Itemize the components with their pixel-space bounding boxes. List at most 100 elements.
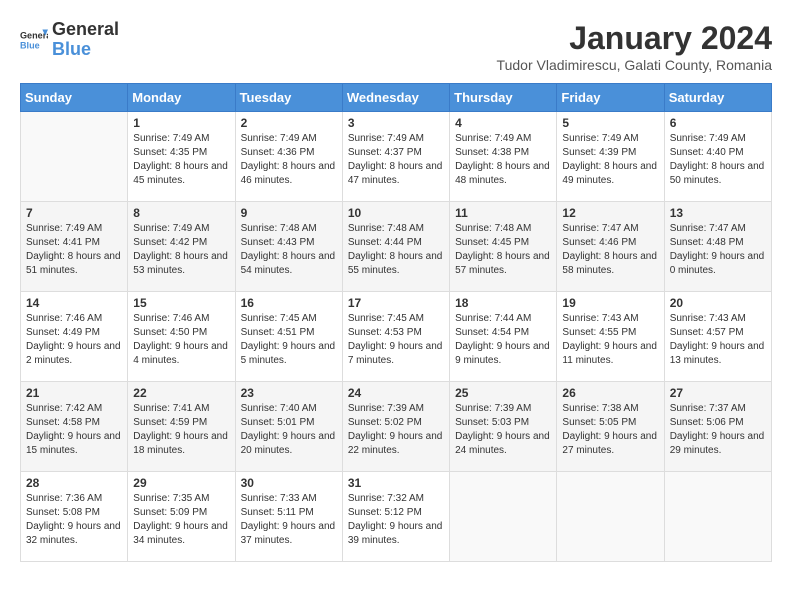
header-row: SundayMondayTuesdayWednesdayThursdayFrid…: [21, 84, 772, 112]
day-number: 3: [348, 116, 444, 130]
calendar-cell: 28 Sunrise: 7:36 AMSunset: 5:08 PMDayligh…: [21, 472, 128, 562]
calendar-cell: 30 Sunrise: 7:33 AMSunset: 5:11 PMDayligh…: [235, 472, 342, 562]
day-number: 22: [133, 386, 229, 400]
day-info: Sunrise: 7:43 AMSunset: 4:55 PMDaylight:…: [562, 312, 658, 368]
day-info: Sunrise: 7:45 AMSunset: 4:53 PMDaylight:…: [348, 312, 444, 368]
day-info: Sunrise: 7:42 AMSunset: 4:58 PMDaylight:…: [26, 402, 122, 458]
calendar-cell: [21, 112, 128, 202]
calendar-cell: [450, 472, 557, 562]
calendar-week-row: 14Sunrise: 7:46 AMSunset: 4:49 PMDayligh…: [21, 292, 772, 382]
calendar-cell: 15Sunrise: 7:46 AMSunset: 4:50 PMDayligh…: [128, 292, 235, 382]
day-info: Sunrise: 7:47 AMSunset: 4:46 PMDaylight:…: [562, 222, 658, 278]
calendar-week-row: 7Sunrise: 7:49 AMSunset: 4:41 PMDaylight…: [21, 202, 772, 292]
day-info: Sunrise: 7:48 AMSunset: 4:43 PMDaylight:…: [241, 222, 337, 278]
calendar-week-row: 21 Sunrise: 7:42 AMSunset: 4:58 PMDayligh…: [21, 382, 772, 472]
day-info: Sunrise: 7:41 AMSunset: 4:59 PMDaylight:…: [133, 402, 229, 458]
day-info: Sunrise: 7:44 AMSunset: 4:54 PMDaylight:…: [455, 312, 551, 368]
svg-text:Blue: Blue: [20, 40, 40, 50]
calendar-week-row: 28 Sunrise: 7:36 AMSunset: 5:08 PMDayligh…: [21, 472, 772, 562]
day-number: 30: [241, 476, 337, 490]
calendar-cell: 20 Sunrise: 7:43 AMSunset: 4:57 PMDayligh…: [664, 292, 771, 382]
calendar-cell: 18 Sunrise: 7:44 AMSunset: 4:54 PMDayligh…: [450, 292, 557, 382]
day-number: 11: [455, 206, 551, 220]
calendar-cell: 21 Sunrise: 7:42 AMSunset: 4:58 PMDayligh…: [21, 382, 128, 472]
calendar-cell: 7Sunrise: 7:49 AMSunset: 4:41 PMDaylight…: [21, 202, 128, 292]
day-number: 26: [562, 386, 658, 400]
day-info: Sunrise: 7:48 AMSunset: 4:45 PMDaylight:…: [455, 222, 551, 278]
calendar-cell: 4 Sunrise: 7:49 AMSunset: 4:38 PMDaylight…: [450, 112, 557, 202]
day-info: Sunrise: 7:43 AMSunset: 4:57 PMDaylight:…: [670, 312, 766, 368]
month-title: January 2024: [497, 20, 772, 57]
calendar-week-row: 1 Sunrise: 7:49 AMSunset: 4:35 PMDaylight…: [21, 112, 772, 202]
weekday-header: Wednesday: [342, 84, 449, 112]
day-info: Sunrise: 7:49 AMSunset: 4:39 PMDaylight:…: [562, 132, 658, 188]
day-number: 21: [26, 386, 122, 400]
title-block: January 2024 Tudor Vladimirescu, Galati …: [497, 20, 772, 73]
day-number: 1: [133, 116, 229, 130]
calendar-cell: 10 Sunrise: 7:48 AMSunset: 4:44 PMDayligh…: [342, 202, 449, 292]
day-number: 27: [670, 386, 766, 400]
day-number: 19: [562, 296, 658, 310]
calendar-table: SundayMondayTuesdayWednesdayThursdayFrid…: [20, 83, 772, 562]
calendar-cell: 16 Sunrise: 7:45 AMSunset: 4:51 PMDayligh…: [235, 292, 342, 382]
day-number: 13: [670, 206, 766, 220]
day-info: Sunrise: 7:38 AMSunset: 5:05 PMDaylight:…: [562, 402, 658, 458]
weekday-header: Sunday: [21, 84, 128, 112]
day-number: 16: [241, 296, 337, 310]
calendar-cell: 17Sunrise: 7:45 AMSunset: 4:53 PMDayligh…: [342, 292, 449, 382]
logo-text: General Blue: [52, 20, 119, 60]
day-number: 24: [348, 386, 444, 400]
day-number: 7: [26, 206, 122, 220]
calendar-cell: 19 Sunrise: 7:43 AMSunset: 4:55 PMDayligh…: [557, 292, 664, 382]
logo: General Blue General Blue: [20, 20, 119, 60]
day-info: Sunrise: 7:49 AMSunset: 4:42 PMDaylight:…: [133, 222, 229, 278]
day-number: 29: [133, 476, 229, 490]
day-number: 4: [455, 116, 551, 130]
day-info: Sunrise: 7:33 AMSunset: 5:11 PMDaylight:…: [241, 492, 337, 548]
day-number: 23: [241, 386, 337, 400]
day-info: Sunrise: 7:49 AMSunset: 4:38 PMDaylight:…: [455, 132, 551, 188]
calendar-cell: 5Sunrise: 7:49 AMSunset: 4:39 PMDaylight…: [557, 112, 664, 202]
day-info: Sunrise: 7:45 AMSunset: 4:51 PMDaylight:…: [241, 312, 337, 368]
weekday-header: Thursday: [450, 84, 557, 112]
day-info: Sunrise: 7:39 AMSunset: 5:02 PMDaylight:…: [348, 402, 444, 458]
calendar-cell: 31Sunrise: 7:32 AMSunset: 5:12 PMDayligh…: [342, 472, 449, 562]
day-number: 31: [348, 476, 444, 490]
calendar-cell: 9Sunrise: 7:48 AMSunset: 4:43 PMDaylight…: [235, 202, 342, 292]
calendar-cell: 1 Sunrise: 7:49 AMSunset: 4:35 PMDaylight…: [128, 112, 235, 202]
calendar-body: 1 Sunrise: 7:49 AMSunset: 4:35 PMDaylight…: [21, 112, 772, 562]
weekday-header: Saturday: [664, 84, 771, 112]
calendar-cell: 29Sunrise: 7:35 AMSunset: 5:09 PMDayligh…: [128, 472, 235, 562]
day-info: Sunrise: 7:49 AMSunset: 4:35 PMDaylight:…: [133, 132, 229, 188]
calendar-cell: 6 Sunrise: 7:49 AMSunset: 4:40 PMDaylight…: [664, 112, 771, 202]
day-number: 18: [455, 296, 551, 310]
day-info: Sunrise: 7:37 AMSunset: 5:06 PMDaylight:…: [670, 402, 766, 458]
day-info: Sunrise: 7:36 AMSunset: 5:08 PMDaylight:…: [26, 492, 122, 548]
calendar-cell: 11 Sunrise: 7:48 AMSunset: 4:45 PMDayligh…: [450, 202, 557, 292]
calendar-cell: 2Sunrise: 7:49 AMSunset: 4:36 PMDaylight…: [235, 112, 342, 202]
calendar-cell: [557, 472, 664, 562]
day-number: 28: [26, 476, 122, 490]
day-number: 8: [133, 206, 229, 220]
calendar-cell: 8 Sunrise: 7:49 AMSunset: 4:42 PMDaylight…: [128, 202, 235, 292]
page-header: General Blue General Blue January 2024 T…: [20, 20, 772, 73]
day-info: Sunrise: 7:49 AMSunset: 4:40 PMDaylight:…: [670, 132, 766, 188]
weekday-header: Tuesday: [235, 84, 342, 112]
day-number: 20: [670, 296, 766, 310]
day-info: Sunrise: 7:40 AMSunset: 5:01 PMDaylight:…: [241, 402, 337, 458]
day-number: 25: [455, 386, 551, 400]
day-info: Sunrise: 7:49 AMSunset: 4:36 PMDaylight:…: [241, 132, 337, 188]
location-subtitle: Tudor Vladimirescu, Galati County, Roman…: [497, 57, 772, 73]
calendar-cell: 12Sunrise: 7:47 AMSunset: 4:46 PMDayligh…: [557, 202, 664, 292]
calendar-cell: 13Sunrise: 7:47 AMSunset: 4:48 PMDayligh…: [664, 202, 771, 292]
day-number: 15: [133, 296, 229, 310]
calendar-cell: 14Sunrise: 7:46 AMSunset: 4:49 PMDayligh…: [21, 292, 128, 382]
day-number: 6: [670, 116, 766, 130]
day-number: 10: [348, 206, 444, 220]
calendar-cell: 26 Sunrise: 7:38 AMSunset: 5:05 PMDayligh…: [557, 382, 664, 472]
weekday-header: Monday: [128, 84, 235, 112]
day-info: Sunrise: 7:48 AMSunset: 4:44 PMDaylight:…: [348, 222, 444, 278]
weekday-header: Friday: [557, 84, 664, 112]
calendar-cell: 22 Sunrise: 7:41 AMSunset: 4:59 PMDayligh…: [128, 382, 235, 472]
calendar-cell: 25Sunrise: 7:39 AMSunset: 5:03 PMDayligh…: [450, 382, 557, 472]
